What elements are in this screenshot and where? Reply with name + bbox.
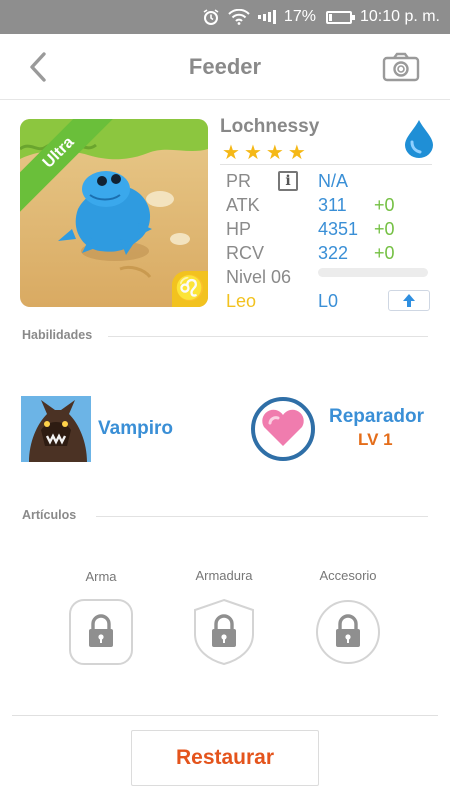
zodiac-badge-icon: ♌ [172, 271, 208, 307]
section-title-items: Artículos [22, 508, 77, 522]
skill-vampiro[interactable] [21, 396, 91, 462]
divider [96, 516, 428, 517]
stat-label: ATK [226, 195, 260, 215]
stat-row-atk: ATK 311 +0 [226, 194, 432, 216]
equip-label-accessory: Accesorio [319, 568, 377, 583]
evolution-level: L0 [318, 291, 339, 311]
armor-slot[interactable] [191, 598, 257, 666]
stat-value: 322 [318, 243, 349, 263]
experience-bar [318, 268, 428, 277]
divider [220, 164, 432, 165]
stat-row-rcv: RCV 322 +0 [226, 242, 432, 264]
star-icon: ★ [287, 142, 306, 164]
arrow-up-icon [403, 294, 415, 307]
alarm-icon [202, 8, 220, 26]
stat-row-hp: HP 4351 +0 [226, 218, 432, 240]
evolve-button[interactable] [388, 290, 430, 311]
stat-bonus: +0 [374, 219, 395, 239]
stat-label: RCV [226, 243, 265, 263]
signal-icon [257, 10, 276, 24]
stat-label: PR [226, 171, 252, 191]
level-label: Nivel 06 [226, 267, 292, 287]
battery-icon [325, 10, 355, 24]
werewolf-portrait [21, 396, 91, 462]
heart-icon[interactable] [250, 396, 316, 462]
skill-name-vampiro: Vampiro [98, 418, 173, 439]
stat-bonus: +0 [374, 243, 395, 263]
accessory-slot[interactable] [315, 598, 381, 666]
restore-button[interactable]: Restaurar [131, 730, 319, 786]
weapon-slot[interactable] [68, 598, 134, 666]
zodiac-label: Leo [226, 291, 257, 311]
stat-row-pr: PR i N/A [226, 170, 432, 192]
equip-label-weapon: Arma [85, 569, 117, 584]
camera-button[interactable] [382, 52, 420, 82]
divider [12, 715, 438, 716]
info-button[interactable]: i [278, 171, 298, 191]
section-title-skills: Habilidades [22, 328, 93, 342]
stat-value: 311 [318, 195, 347, 215]
equip-label-armor: Armadura [195, 568, 253, 583]
wifi-icon [228, 9, 250, 25]
header-bar: Feeder [0, 34, 450, 100]
skill-level: LV 1 [358, 430, 393, 449]
battery-percent: 17% [283, 8, 316, 25]
monster-card[interactable]: Ultra ♌ [20, 119, 208, 307]
star-icon: ★ [243, 142, 262, 164]
monster-name: Lochnessy [220, 116, 320, 137]
stat-value: N/A [318, 171, 349, 191]
status-bar: 17% 10:10 p. m. [0, 0, 450, 34]
stat-bonus: +0 [374, 195, 395, 215]
stat-value: 4351 [318, 219, 359, 239]
camera-icon [382, 52, 420, 82]
stat-label: HP [226, 219, 252, 239]
star-icon: ★ [222, 142, 240, 164]
water-drop-icon [405, 120, 433, 158]
star-icon: ★ [265, 142, 284, 164]
divider [108, 336, 428, 337]
star-rating: ★ ★ ★ ★ [222, 140, 306, 165]
clock: 10:10 p. m. [359, 8, 440, 25]
skill-name-reparador: Reparador [329, 406, 425, 427]
